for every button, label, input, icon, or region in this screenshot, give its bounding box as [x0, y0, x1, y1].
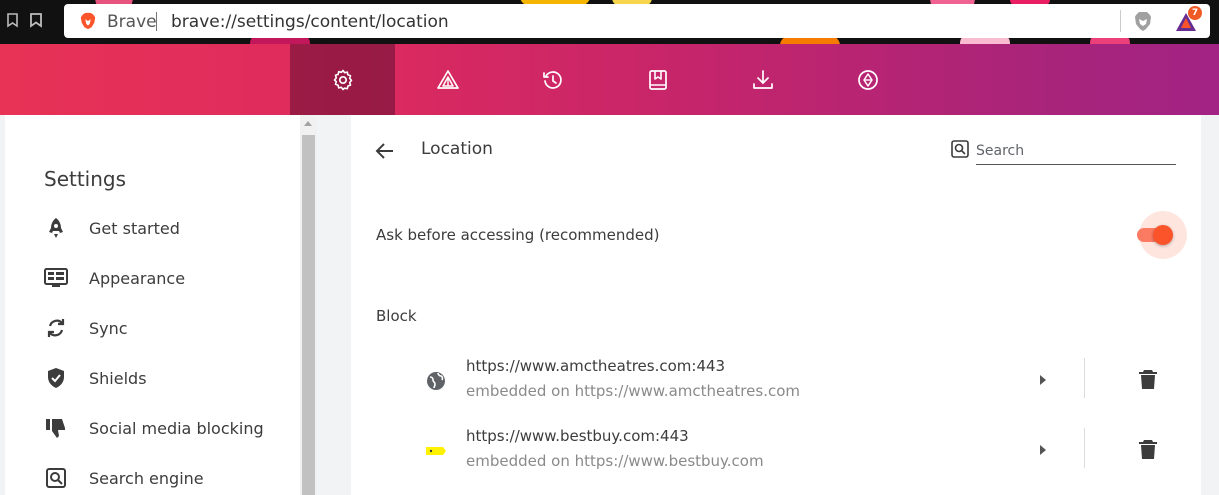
sidebar-item-sync[interactable]: Sync	[5, 308, 300, 348]
ask-before-accessing-toggle[interactable]	[1137, 211, 1187, 259]
rewards-badge: 7	[1188, 6, 1202, 20]
back-arrow-icon[interactable]	[373, 139, 397, 163]
page-title: Location	[421, 139, 493, 159]
thumbs-down-icon	[44, 416, 68, 440]
block-section-heading: Block	[376, 307, 417, 325]
shield-icon	[44, 366, 68, 390]
sidebar-item-label: Appearance	[89, 268, 186, 288]
row-separator	[1084, 358, 1085, 398]
site-embedded-on: embedded on https://www.amctheatres.com	[466, 382, 800, 400]
trash-icon[interactable]	[1137, 368, 1159, 390]
wallet-icon	[857, 69, 878, 90]
history-icon	[542, 70, 562, 89]
scrollbar-thumb[interactable]	[302, 135, 315, 495]
gear-icon	[333, 69, 352, 90]
rewards-triangle-icon	[436, 69, 459, 89]
appearance-icon	[44, 266, 68, 290]
bookmark-icon	[648, 69, 667, 90]
site-url: https://www.amctheatres.com:443	[466, 357, 726, 375]
download-icon	[752, 69, 773, 89]
address-url[interactable]: brave://settings/content/location	[171, 12, 449, 32]
address-bar[interactable]: Brave brave://settings/content/location …	[64, 4, 1210, 38]
toggle-knob	[1153, 225, 1173, 245]
toolbar-downloads-button[interactable]	[710, 44, 815, 115]
sidebar-item-shields[interactable]: Shields	[5, 358, 300, 398]
address-divider	[1120, 10, 1121, 32]
sidebar-item-label: Shields	[89, 368, 147, 388]
toolbar-history-button[interactable]	[500, 44, 605, 115]
search-engine-icon	[44, 466, 68, 490]
brave-lion-icon	[80, 12, 96, 30]
scroll-up-arrow-icon[interactable]	[304, 121, 312, 126]
blocked-site-row[interactable]: https://www.bestbuy.com:443 embedded on …	[351, 420, 1201, 480]
trash-icon[interactable]	[1137, 438, 1159, 460]
search-input[interactable]	[976, 137, 1176, 165]
site-details-arrow-icon[interactable]	[1040, 375, 1046, 385]
toolbar-settings-button[interactable]	[290, 44, 395, 115]
blocked-site-row[interactable]: https://www.amctheatres.com:443 embedded…	[351, 350, 1201, 410]
bookmark-page-icon[interactable]	[25, 8, 47, 32]
brave-shields-icon[interactable]	[1132, 10, 1154, 32]
address-brand: Brave	[107, 12, 157, 32]
search-icon	[951, 140, 969, 158]
location-settings-card: Location Ask before accessing (recommend…	[351, 115, 1201, 495]
site-url: https://www.bestbuy.com:443	[466, 427, 689, 445]
row-separator	[1084, 428, 1085, 468]
globe-icon	[427, 372, 445, 390]
sync-icon	[44, 316, 68, 340]
settings-sidebar: Settings Get started Appearance Sync Shi…	[5, 115, 300, 495]
rocket-icon	[44, 216, 68, 240]
sidebar-scrollbar[interactable]	[300, 115, 317, 495]
site-details-arrow-icon[interactable]	[1040, 445, 1046, 455]
toolbar-bookmarks-button[interactable]	[605, 44, 710, 115]
ask-before-accessing-label: Ask before accessing (recommended)	[376, 226, 660, 244]
sidebar-item-label: Get started	[89, 218, 180, 238]
browser-titlebar: Brave brave://settings/content/location …	[0, 0, 1219, 44]
settings-toolbar	[0, 44, 1219, 115]
address-separator	[156, 12, 157, 31]
reload-icon[interactable]	[2, 8, 24, 32]
site-embedded-on: embedded on https://www.bestbuy.com	[466, 452, 764, 470]
sidebar-item-appearance[interactable]: Appearance	[5, 258, 300, 298]
toolbar-rewards-button[interactable]	[395, 44, 500, 115]
toolbar-wallet-button[interactable]	[815, 44, 920, 115]
bestbuy-tag-icon	[426, 447, 446, 455]
sidebar-item-label: Social media blocking	[89, 418, 264, 438]
sidebar-item-social-media-blocking[interactable]: Social media blocking	[5, 408, 300, 448]
sidebar-title: Settings	[44, 167, 127, 191]
sidebar-item-search-engine[interactable]: Search engine	[5, 458, 300, 495]
sidebar-item-label: Search engine	[89, 468, 204, 488]
sidebar-item-get-started[interactable]: Get started	[5, 208, 300, 248]
sidebar-item-label: Sync	[89, 318, 128, 338]
